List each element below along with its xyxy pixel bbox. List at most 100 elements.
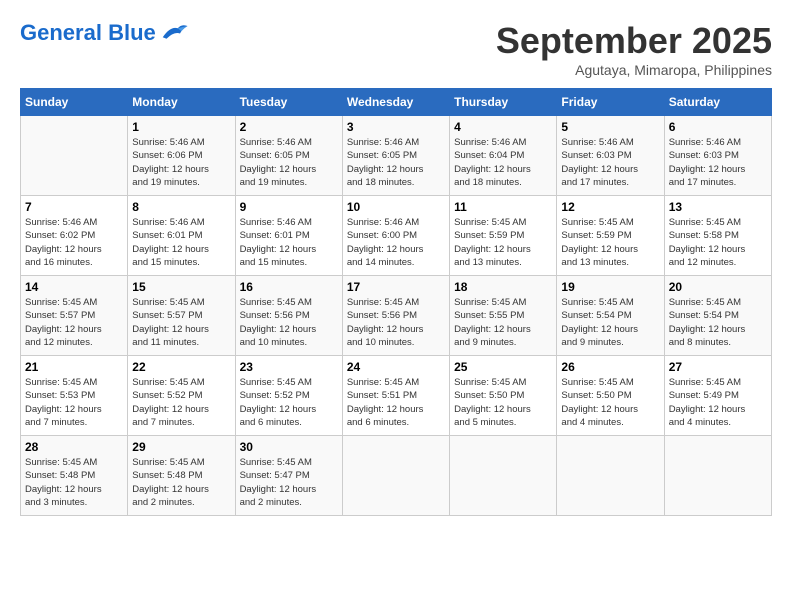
day-info: Sunrise: 5:46 AM Sunset: 6:05 PM Dayligh… [347,136,445,189]
calendar-cell [664,436,771,516]
calendar-cell: 14Sunrise: 5:45 AM Sunset: 5:57 PM Dayli… [21,276,128,356]
day-info: Sunrise: 5:45 AM Sunset: 5:52 PM Dayligh… [240,376,338,429]
day-number: 7 [25,200,123,214]
day-number: 19 [561,280,659,294]
calendar-header-row: SundayMondayTuesdayWednesdayThursdayFrid… [21,89,772,116]
day-number: 4 [454,120,552,134]
calendar-cell: 13Sunrise: 5:45 AM Sunset: 5:58 PM Dayli… [664,196,771,276]
calendar-week-row: 7 Sunrise: 5:46 AM Sunset: 6:02 PM Daylig… [21,196,772,276]
calendar-cell: 3 Sunrise: 5:46 AM Sunset: 6:05 PM Daylig… [342,116,449,196]
day-info: Sunrise: 5:45 AM Sunset: 5:54 PM Dayligh… [561,296,659,349]
day-info: Sunrise: 5:45 AM Sunset: 5:51 PM Dayligh… [347,376,445,429]
day-info: Sunrise: 5:45 AM Sunset: 5:55 PM Dayligh… [454,296,552,349]
calendar-cell: 16 Sunrise: 5:45 AM Sunset: 5:56 PM Dayli… [235,276,342,356]
calendar-cell [450,436,557,516]
calendar-table: SundayMondayTuesdayWednesdayThursdayFrid… [20,88,772,516]
logo: General Blue [20,20,189,46]
day-info: Sunrise: 5:45 AM Sunset: 5:56 PM Dayligh… [347,296,445,349]
day-number: 23 [240,360,338,374]
day-number: 20 [669,280,767,294]
day-info: Sunrise: 5:46 AM Sunset: 6:06 PM Dayligh… [132,136,230,189]
day-info: Sunrise: 5:45 AM Sunset: 5:59 PM Dayligh… [561,216,659,269]
day-number: 21 [25,360,123,374]
logo-text: General Blue [20,20,156,46]
day-info: Sunrise: 5:45 AM Sunset: 5:57 PM Dayligh… [132,296,230,349]
calendar-cell [342,436,449,516]
calendar-cell: 21 Sunrise: 5:45 AM Sunset: 5:53 PM Dayli… [21,356,128,436]
day-number: 10 [347,200,445,214]
calendar-cell: 7 Sunrise: 5:46 AM Sunset: 6:02 PM Daylig… [21,196,128,276]
calendar-week-row: 1 Sunrise: 5:46 AM Sunset: 6:06 PM Daylig… [21,116,772,196]
day-number: 25 [454,360,552,374]
day-info: Sunrise: 5:46 AM Sunset: 6:00 PM Dayligh… [347,216,445,269]
day-info: Sunrise: 5:45 AM Sunset: 5:53 PM Dayligh… [25,376,123,429]
day-info: Sunrise: 5:45 AM Sunset: 5:50 PM Dayligh… [561,376,659,429]
day-info: Sunrise: 5:46 AM Sunset: 6:01 PM Dayligh… [240,216,338,269]
calendar-cell: 28Sunrise: 5:45 AM Sunset: 5:48 PM Dayli… [21,436,128,516]
day-number: 9 [240,200,338,214]
month-title: September 2025 [496,20,772,62]
day-number: 24 [347,360,445,374]
day-number: 1 [132,120,230,134]
weekday-header: Wednesday [342,89,449,116]
day-number: 16 [240,280,338,294]
calendar-cell: 27 Sunrise: 5:45 AM Sunset: 5:49 PM Dayli… [664,356,771,436]
calendar-cell: 18 Sunrise: 5:45 AM Sunset: 5:55 PM Dayli… [450,276,557,356]
day-info: Sunrise: 5:45 AM Sunset: 5:54 PM Dayligh… [669,296,767,349]
day-info: Sunrise: 5:45 AM Sunset: 5:58 PM Dayligh… [669,216,767,269]
day-number: 27 [669,360,767,374]
day-info: Sunrise: 5:46 AM Sunset: 6:01 PM Dayligh… [132,216,230,269]
calendar-cell [21,116,128,196]
day-number: 17 [347,280,445,294]
calendar-cell: 26 Sunrise: 5:45 AM Sunset: 5:50 PM Dayli… [557,356,664,436]
day-info: Sunrise: 5:46 AM Sunset: 6:04 PM Dayligh… [454,136,552,189]
day-info: Sunrise: 5:45 AM Sunset: 5:50 PM Dayligh… [454,376,552,429]
location: Agutaya, Mimaropa, Philippines [496,62,772,78]
day-number: 15 [132,280,230,294]
day-number: 11 [454,200,552,214]
calendar-cell: 12 Sunrise: 5:45 AM Sunset: 5:59 PM Dayli… [557,196,664,276]
calendar-week-row: 21 Sunrise: 5:45 AM Sunset: 5:53 PM Dayli… [21,356,772,436]
day-number: 8 [132,200,230,214]
calendar-cell: 29Sunrise: 5:45 AM Sunset: 5:48 PM Dayli… [128,436,235,516]
day-info: Sunrise: 5:46 AM Sunset: 6:02 PM Dayligh… [25,216,123,269]
weekday-header: Saturday [664,89,771,116]
day-info: Sunrise: 5:45 AM Sunset: 5:47 PM Dayligh… [240,456,338,509]
page-header: General Blue September 2025 Agutaya, Mim… [20,20,772,78]
calendar-cell: 4 Sunrise: 5:46 AM Sunset: 6:04 PM Daylig… [450,116,557,196]
day-info: Sunrise: 5:45 AM Sunset: 5:57 PM Dayligh… [25,296,123,349]
calendar-cell: 5 Sunrise: 5:46 AM Sunset: 6:03 PM Daylig… [557,116,664,196]
day-info: Sunrise: 5:45 AM Sunset: 5:56 PM Dayligh… [240,296,338,349]
day-info: Sunrise: 5:46 AM Sunset: 6:03 PM Dayligh… [561,136,659,189]
day-info: Sunrise: 5:46 AM Sunset: 6:05 PM Dayligh… [240,136,338,189]
weekday-header: Sunday [21,89,128,116]
day-number: 3 [347,120,445,134]
day-number: 26 [561,360,659,374]
calendar-week-row: 14Sunrise: 5:45 AM Sunset: 5:57 PM Dayli… [21,276,772,356]
calendar-cell [557,436,664,516]
calendar-cell: 17 Sunrise: 5:45 AM Sunset: 5:56 PM Dayli… [342,276,449,356]
calendar-cell: 15 Sunrise: 5:45 AM Sunset: 5:57 PM Dayli… [128,276,235,356]
day-number: 12 [561,200,659,214]
calendar-cell: 1 Sunrise: 5:46 AM Sunset: 6:06 PM Daylig… [128,116,235,196]
calendar-cell: 11Sunrise: 5:45 AM Sunset: 5:59 PM Dayli… [450,196,557,276]
calendar-cell: 2 Sunrise: 5:46 AM Sunset: 6:05 PM Daylig… [235,116,342,196]
calendar-week-row: 28Sunrise: 5:45 AM Sunset: 5:48 PM Dayli… [21,436,772,516]
calendar-cell: 24 Sunrise: 5:45 AM Sunset: 5:51 PM Dayli… [342,356,449,436]
weekday-header: Tuesday [235,89,342,116]
day-number: 18 [454,280,552,294]
day-number: 2 [240,120,338,134]
calendar-cell: 6Sunrise: 5:46 AM Sunset: 6:03 PM Daylig… [664,116,771,196]
day-number: 5 [561,120,659,134]
calendar-body: 1 Sunrise: 5:46 AM Sunset: 6:06 PM Daylig… [21,116,772,516]
calendar-cell: 20 Sunrise: 5:45 AM Sunset: 5:54 PM Dayli… [664,276,771,356]
calendar-cell: 30Sunrise: 5:45 AM Sunset: 5:47 PM Dayli… [235,436,342,516]
calendar-cell: 9 Sunrise: 5:46 AM Sunset: 6:01 PM Daylig… [235,196,342,276]
weekday-header: Friday [557,89,664,116]
day-info: Sunrise: 5:45 AM Sunset: 5:49 PM Dayligh… [669,376,767,429]
calendar-cell: 23 Sunrise: 5:45 AM Sunset: 5:52 PM Dayli… [235,356,342,436]
day-number: 6 [669,120,767,134]
day-info: Sunrise: 5:45 AM Sunset: 5:52 PM Dayligh… [132,376,230,429]
calendar-cell: 19 Sunrise: 5:45 AM Sunset: 5:54 PM Dayli… [557,276,664,356]
logo-bird-icon [159,21,189,46]
